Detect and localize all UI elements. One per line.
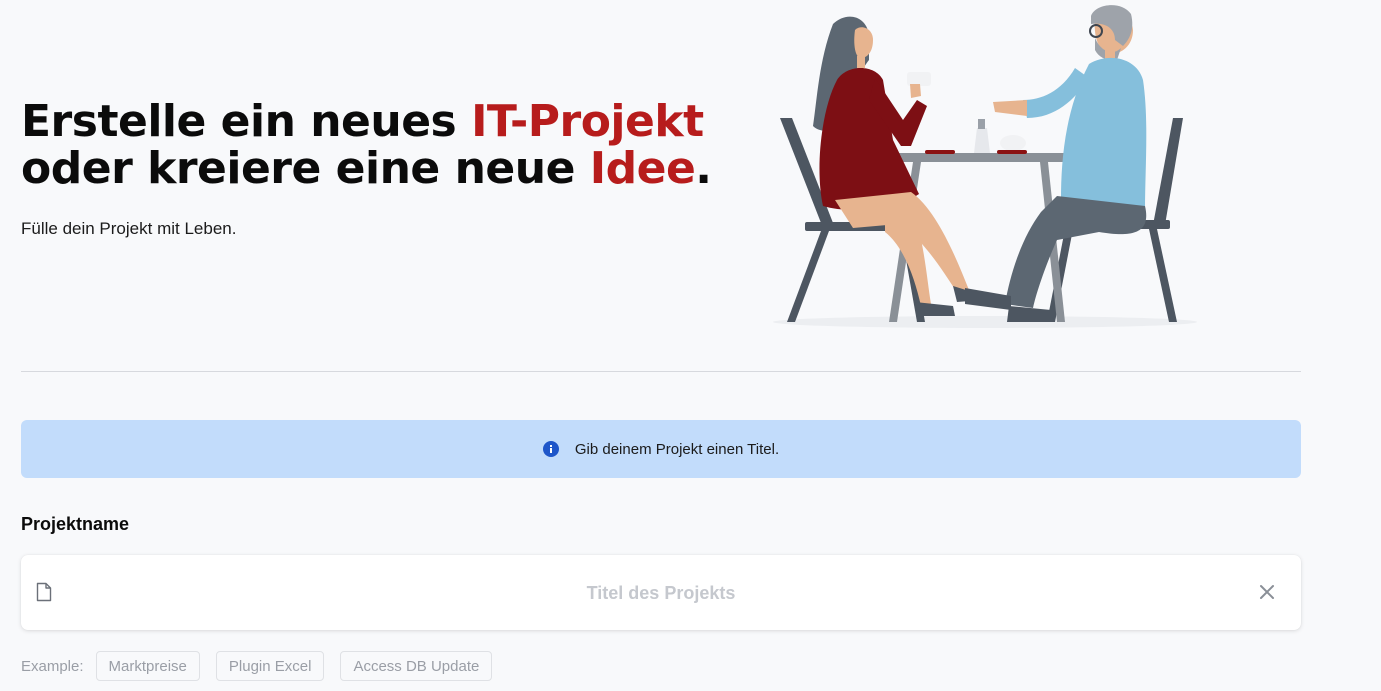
hero-title-text-1: Erstelle ein neues <box>21 96 472 147</box>
example-chip-plugin-excel[interactable]: Plugin Excel <box>215 651 325 681</box>
example-chip-marktpreise[interactable]: Marktpreise <box>95 651 200 681</box>
info-icon <box>542 441 559 457</box>
hero-title-accent-it-projekt: IT-Projekt <box>471 96 704 147</box>
hero-title-text-2: oder kreiere eine neue <box>21 143 590 194</box>
info-banner-text: Gib deinem Projekt einen Titel. <box>574 440 780 458</box>
hero-title: Erstelle ein neues IT-Projekt oder kreie… <box>21 98 712 192</box>
project-name-label: Projektname <box>21 514 130 534</box>
project-name-field <box>21 555 1301 630</box>
examples-row: Example: Marktpreise Plugin Excel Access… <box>21 651 508 681</box>
document-icon <box>36 582 52 602</box>
hero-title-accent-idee: Idee <box>589 143 696 194</box>
hero-title-period: . <box>695 143 712 194</box>
divider <box>21 371 1301 372</box>
two-people-at-cafe-table-illustration <box>773 5 1197 328</box>
example-chip-access-db-update[interactable]: Access DB Update <box>340 651 493 681</box>
close-icon[interactable] <box>1257 582 1277 602</box>
examples-label: Example: <box>21 657 84 675</box>
hero-subtitle: Fülle dein Projekt mit Leben. <box>21 219 237 238</box>
info-banner: Gib deinem Projekt einen Titel. <box>21 420 1301 478</box>
project-name-input[interactable] <box>81 573 1241 613</box>
